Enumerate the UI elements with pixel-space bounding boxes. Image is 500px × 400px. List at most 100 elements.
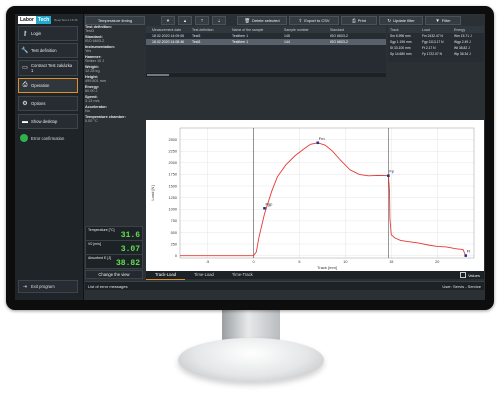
y-tick-label: 250 [171,242,177,246]
sidebar-item-label: Show desktop [31,119,58,124]
result-cell: St 33.100 mm [390,46,411,50]
version-text: BeepTest 2.15.36 [54,18,78,22]
column-header[interactable]: Standard [330,28,380,32]
monitor-stand [178,338,324,382]
height-value: 499.801 mm [85,79,107,84]
exit-program-label: Exit program [31,284,55,289]
column-header[interactable]: Name of the sample [232,28,284,32]
trash-icon: 🗑 [244,17,251,23]
load-chart[interactable]: 0 250 500 750 1000 1250 1500 1750 2000 2250 2500 -5… [146,120,484,271]
logo-right: Tech [35,16,52,24]
x-tick-label: 5 [298,260,300,264]
track-load-chart: 0 250 500 750 1000 1250 1500 1750 2000 2250 2500 -5… [150,127,475,270]
column-header[interactable]: Measurement date [146,28,192,32]
y-tick-label: 500 [171,231,177,235]
table-cell: 145 [284,34,290,38]
chamber-value: 0.00 °C [85,119,98,124]
checkbox-box[interactable] [460,272,467,278]
error-messages-link[interactable]: List of error messages [88,284,128,289]
x-tick-label: 0 [252,260,254,264]
x-tick-label: -5 [206,260,209,264]
app-screen: Labor Tech BeepTest 2.15.36 ⚷ Login 🔧 Te… [15,14,485,300]
table-cell: Test3 [192,40,201,44]
filter-button[interactable]: ▼ Filter [425,16,461,25]
result-cell: Sm 6.996 mm [390,34,411,38]
sidebar-item-operation[interactable]: ⎙ Operation [18,78,78,93]
sidebar-item-show-desktop[interactable]: ▬ Show desktop [18,114,78,129]
chart-tabs: Track-Load Time-Load Time-Track Values [146,271,484,280]
move-up-button[interactable]: ▲ [178,16,192,25]
sidebar-item-test-definition[interactable]: 🔧 Test definition [18,43,78,58]
error-confirmation-label: Error confirmation [31,135,65,141]
weight-value: 12.28 kg [85,69,100,74]
delete-selected-label: Delete selected [252,18,280,23]
scrollbar-thumb[interactable] [147,74,169,76]
sidebar-item-label: Options [31,101,46,106]
measurements-table: Measurement date Test definition Name of… [146,26,386,72]
print-button[interactable]: ⎙ Print [341,16,377,25]
speed-value: 3.13 m/s [85,99,100,104]
values-checkbox[interactable]: Values [460,272,480,278]
move-bottom-button[interactable]: ⇣ [212,16,226,25]
sidebar-item-options[interactable]: ⚙ Options [18,96,78,111]
result-cell: Fm 2432.47 N [422,34,443,38]
sidebar-item-login[interactable]: ⚷ Login [18,26,78,41]
delete-selected-button[interactable]: 🗑 Delete selected [237,16,287,25]
y-tick-label: 1250 [169,196,177,200]
change-view-button[interactable]: Change the view [85,270,143,279]
sidebar: Labor Tech BeepTest 2.15.36 ⚷ Login 🔧 Te… [15,14,84,300]
exit-icon: ⇥ [22,283,28,290]
export-icon: ⇪ [298,17,303,23]
result-cell: Wp 36.34 J [454,52,471,56]
load-series-line [180,142,467,257]
table-row-selected[interactable]: 18.02.2020 14:08:46 Test3 TestItem 1 144… [146,39,386,45]
move-top-button[interactable]: ⇡ [195,16,209,25]
user-label: User: Servis - Service [442,283,481,289]
table-cell: TestItem 1 [232,34,249,38]
funnel-icon: ▼ [166,18,170,23]
column-header[interactable]: Test definition [192,28,232,32]
plot-frame [179,127,475,259]
x-axis-label: Track [mm] [317,265,337,270]
table-horizontal-scrollbar[interactable] [146,73,386,77]
results-row: Sp 14.680 mm Fp 1722.07 N Wp 36.34 J [388,51,484,57]
filter-label: Filter [441,18,451,23]
table-cell: 144 [284,40,290,44]
printer-icon: ⎙ [352,18,356,23]
sidebar-item-label: Test definition [31,48,57,53]
y-tick-label: 1500 [169,184,177,188]
annotation-label: Fp [389,169,394,174]
tab-time-track[interactable]: Time-Track [223,271,262,279]
arrow-top-icon: ⇡ [200,18,204,23]
annotation-label: Fgp [265,201,273,206]
result-cell: Wm 15.71 J [454,34,472,38]
absorbed-energy-readout: Absorbed E [J] 38.82 [85,254,143,269]
filter-small-button[interactable]: ▼ [161,16,175,25]
error-confirmation[interactable]: Error confirmation [18,134,80,142]
test-info-panel: Test definition: Test3 Standard: ISO 660… [85,25,141,225]
status-bar: List of error messages User: Servis - Se… [85,281,484,290]
energy-value: 60.00 J [85,89,98,94]
column-header[interactable]: Sample number [284,28,330,32]
temperature-timing-button[interactable]: Temperature timing [85,16,145,25]
y-tick-label: 750 [171,219,177,223]
result-cell: Fgp 2113.17 N [422,40,444,44]
refresh-icon: ↻ [387,17,392,23]
v0-value: 3.07 [120,245,140,254]
key-icon: ⚷ [22,31,28,37]
tab-track-load[interactable]: Track-Load [146,271,186,280]
sidebar-item-contract[interactable]: ▭ Contract Test zakázka 1 [18,60,78,76]
tab-time-load[interactable]: Time-Load [185,271,223,279]
annotation-marker [316,141,320,145]
update-filter-button[interactable]: ↻ Update filter [379,16,423,25]
exit-program-button[interactable]: ⇥ Exit program [18,280,78,293]
status-ok-icon [20,134,28,142]
update-filter-label: Update filter [393,18,415,23]
instrumentation-value: Yes [85,49,92,54]
annotation-label: Ft [467,249,471,254]
sidebar-item-label: Operation [31,83,50,88]
y-axis-label: Load [N] [150,185,155,200]
y-tick-label: 0 [175,254,177,258]
y-tick-label: 2500 [169,138,177,142]
export-csv-button[interactable]: ⇪ Export to CSV [289,16,339,25]
